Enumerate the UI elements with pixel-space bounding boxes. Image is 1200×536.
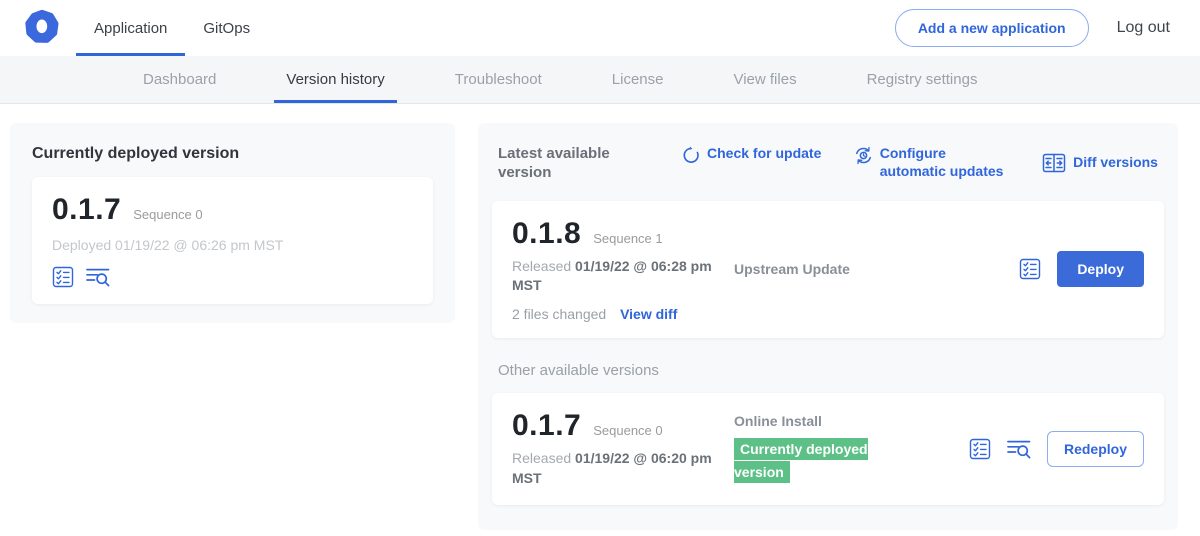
other-version-card: 0.1.7 Sequence 0 Released 01/19/22 @ 06:…	[492, 393, 1164, 505]
available-actions: Check for update Configure automatic upd…	[682, 145, 1158, 180]
currently-deployed-panel: Currently deployed version 0.1.7 Sequenc…	[10, 123, 455, 323]
other-release-notes-icon[interactable]	[969, 438, 991, 460]
files-changed-text: 2 files changed	[512, 306, 606, 322]
latest-sequence: Sequence 1	[593, 231, 662, 246]
app-subnav: Dashboard Version history Troubleshoot L…	[0, 56, 1200, 104]
other-source-label: Online Install	[734, 413, 969, 429]
subnav-tab-dashboard[interactable]: Dashboard	[131, 56, 228, 103]
released-label: Released	[512, 258, 571, 274]
logout-link[interactable]: Log out	[1117, 19, 1170, 37]
latest-version-number: 0.1.8	[512, 217, 581, 251]
diff-icon	[1042, 153, 1066, 173]
other-version-number: 0.1.7	[512, 409, 581, 443]
tab-gitops[interactable]: GitOps	[185, 0, 268, 56]
subnav-tab-license[interactable]: License	[600, 56, 676, 103]
deploy-button[interactable]: Deploy	[1057, 251, 1144, 287]
latest-source-label: Upstream Update	[724, 261, 1019, 277]
app-logo-icon	[22, 8, 62, 48]
check-for-update-label: Check for update	[707, 145, 821, 163]
redeploy-button[interactable]: Redeploy	[1047, 431, 1144, 467]
subnav-tab-troubleshoot[interactable]: Troubleshoot	[443, 56, 554, 103]
other-view-logs-icon[interactable]	[1007, 438, 1031, 460]
top-header: Application GitOps Add a new application…	[0, 0, 1200, 56]
app-logo[interactable]	[22, 8, 62, 48]
latest-release-notes-icon[interactable]	[1019, 258, 1041, 280]
deployed-version-card: 0.1.7 Sequence 0 Deployed 01/19/22 @ 06:…	[32, 177, 433, 304]
currently-deployed-title: Currently deployed version	[32, 145, 433, 163]
view-logs-icon[interactable]	[86, 266, 110, 288]
latest-version-card: 0.1.8 Sequence 1 Released 01/19/22 @ 06:…	[492, 201, 1164, 338]
other-sequence: Sequence 0	[593, 423, 662, 438]
header-tabs: Application GitOps	[76, 0, 268, 56]
available-header: Latest available version Check for updat…	[492, 137, 1164, 201]
other-released-timestamp: Released 01/19/22 @ 06:20 pm MST	[512, 449, 712, 488]
subnav-tab-registry-settings[interactable]: Registry settings	[855, 56, 990, 103]
latest-available-title: Latest available version	[498, 145, 638, 183]
main-content: Currently deployed version 0.1.7 Sequenc…	[0, 104, 1200, 530]
add-application-button[interactable]: Add a new application	[895, 9, 1089, 47]
auto-update-icon	[854, 146, 873, 165]
available-versions-panel: Latest available version Check for updat…	[478, 123, 1178, 530]
released-label: Released	[512, 450, 571, 466]
deployed-version-number: 0.1.7	[52, 193, 121, 227]
subnav-tab-version-history[interactable]: Version history	[274, 56, 396, 103]
view-diff-link[interactable]: View diff	[620, 306, 677, 322]
header-right: Add a new application Log out	[895, 9, 1200, 47]
deployed-timestamp: Deployed 01/19/22 @ 06:26 pm MST	[52, 237, 413, 253]
subnav-tab-view-files[interactable]: View files	[721, 56, 808, 103]
diff-versions-label: Diff versions	[1073, 154, 1158, 172]
check-for-update-button[interactable]: Check for update	[682, 145, 821, 180]
configure-automatic-updates-button[interactable]: Configure automatic updates	[854, 145, 1010, 180]
other-available-versions-title: Other available versions	[498, 362, 1158, 379]
configure-automatic-updates-label: Configure automatic updates	[880, 145, 1010, 180]
release-notes-icon[interactable]	[52, 266, 74, 288]
refresh-icon	[682, 146, 700, 164]
tab-application[interactable]: Application	[76, 0, 185, 56]
latest-released-timestamp: Released 01/19/22 @ 06:28 pm MST	[512, 257, 712, 296]
deployed-sequence: Sequence 0	[133, 207, 202, 222]
currently-deployed-badge: Currently deployed version	[734, 438, 868, 483]
diff-versions-button[interactable]: Diff versions	[1042, 145, 1158, 180]
